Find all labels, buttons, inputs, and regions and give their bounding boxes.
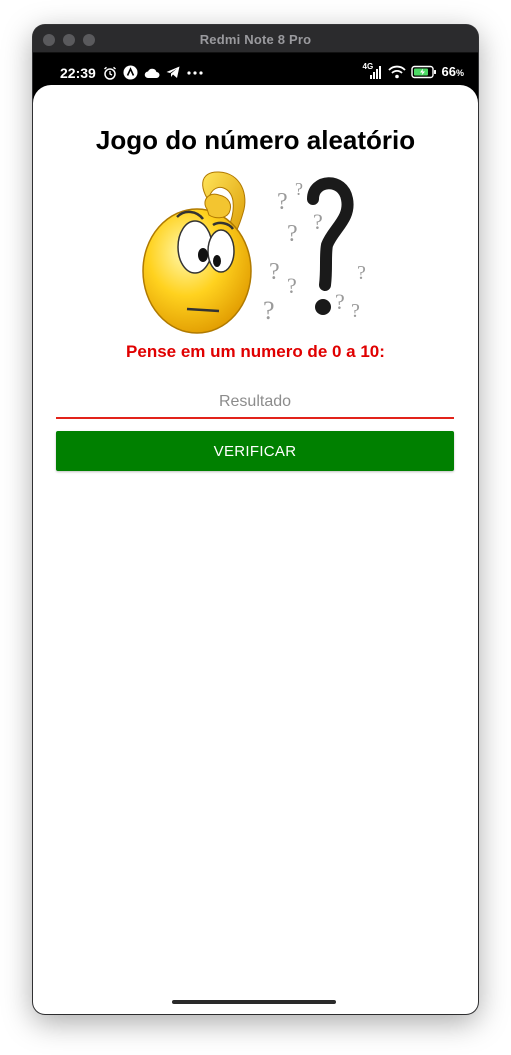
window-title: Redmi Note 8 Pro	[199, 32, 312, 47]
confused-emoji-illustration: ? ? ? ? ? ? ? ? ? ?	[142, 171, 366, 334]
svg-text:?: ?	[313, 209, 323, 234]
window-titlebar: Redmi Note 8 Pro	[33, 25, 478, 53]
svg-text:?: ?	[287, 221, 298, 247]
result-input[interactable]	[56, 387, 454, 419]
verify-button[interactable]: VERIFICAR	[56, 431, 454, 471]
svg-text:?: ?	[295, 179, 303, 199]
network-type-label: 4G	[362, 62, 374, 71]
wifi-icon	[387, 65, 406, 78]
telegram-icon	[166, 66, 180, 78]
svg-text:?: ?	[263, 296, 275, 325]
svg-text:?: ?	[277, 189, 288, 215]
cloud-icon	[144, 68, 160, 78]
alarm-icon	[104, 66, 116, 80]
svg-text:?: ?	[269, 259, 280, 285]
svg-text:?: ?	[357, 262, 366, 284]
notification-icons	[103, 65, 204, 80]
svg-text:?: ?	[351, 300, 360, 322]
battery-icon	[410, 65, 436, 78]
home-indicator[interactable]	[172, 1000, 336, 1004]
svg-text:?: ?	[287, 273, 297, 298]
system-status-icons: 4G 66%	[362, 62, 464, 79]
more-icon	[187, 70, 203, 75]
instruction-text: Pense em um numero de 0 a 10:	[126, 342, 385, 361]
svg-text:?: ?	[335, 289, 345, 314]
page-title: Jogo do número aleatório	[95, 125, 416, 155]
battery-percentage: 66%	[441, 64, 464, 79]
app-a-icon	[123, 65, 138, 80]
app-screen: Jogo do número aleatório ? ? ? ? ? ? ? ?…	[33, 85, 478, 1014]
status-time: 22:39	[60, 65, 96, 81]
device-window: Redmi Note 8 Pro 22:39 4G 66% Jogo do nú…	[33, 25, 478, 1014]
